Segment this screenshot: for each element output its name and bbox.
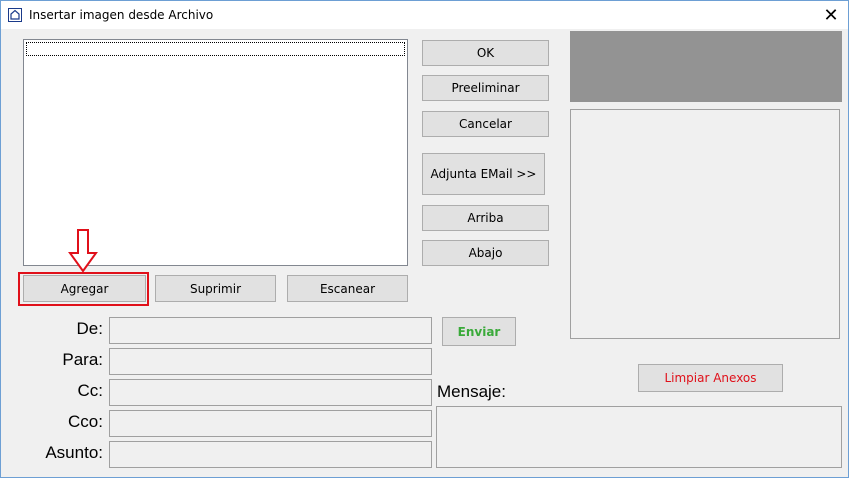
- asunto-label: Asunto:: [45, 443, 103, 462]
- de-field[interactable]: [109, 317, 432, 344]
- cancelar-label: Cancelar: [459, 117, 512, 131]
- cco-field[interactable]: [109, 410, 432, 437]
- image-preview-area: [570, 109, 840, 339]
- close-icon[interactable]: ✕: [813, 3, 849, 27]
- preeliminar-label: Preeliminar: [451, 81, 520, 95]
- enviar-button[interactable]: Enviar: [442, 317, 516, 346]
- mensaje-label: Mensaje:: [437, 382, 506, 401]
- title-bar: Insertar imagen desde Archivo ✕: [1, 1, 848, 29]
- image-header-panel: [570, 31, 842, 102]
- preeliminar-button[interactable]: Preeliminar: [422, 75, 549, 101]
- cc-label: Cc:: [77, 381, 104, 400]
- limpiar-anexos-label: Limpiar Anexos: [664, 371, 757, 385]
- app-window-icon: [8, 8, 22, 22]
- cc-field[interactable]: [109, 379, 432, 406]
- asunto-field[interactable]: [109, 441, 432, 468]
- ok-button[interactable]: OK: [422, 40, 549, 66]
- abajo-button[interactable]: Abajo: [422, 240, 549, 266]
- enviar-label: Enviar: [457, 324, 501, 339]
- down-arrow-annotation-icon: [68, 229, 98, 273]
- abajo-label: Abajo: [468, 246, 503, 260]
- agregar-button[interactable]: Agregar: [23, 275, 146, 302]
- cco-label: Cco:: [68, 412, 103, 431]
- window-title: Insertar imagen desde Archivo: [29, 8, 214, 22]
- adjunta-email-button[interactable]: Adjunta EMail >>: [422, 153, 545, 195]
- arriba-button[interactable]: Arriba: [422, 205, 549, 231]
- list-focus-item[interactable]: [26, 42, 405, 56]
- limpiar-anexos-button[interactable]: Limpiar Anexos: [638, 364, 783, 392]
- escanear-button[interactable]: Escanear: [287, 275, 408, 302]
- suprimir-label: Suprimir: [189, 281, 242, 296]
- cancelar-button[interactable]: Cancelar: [422, 111, 549, 137]
- para-label: Para:: [62, 350, 103, 369]
- arriba-label: Arriba: [467, 211, 504, 225]
- de-label: De:: [76, 319, 103, 338]
- mensaje-field[interactable]: [436, 406, 842, 468]
- suprimir-button[interactable]: Suprimir: [155, 275, 276, 302]
- insert-image-dialog: Insertar imagen desde Archivo ✕ OK Preel…: [0, 0, 849, 478]
- para-field[interactable]: [109, 348, 432, 375]
